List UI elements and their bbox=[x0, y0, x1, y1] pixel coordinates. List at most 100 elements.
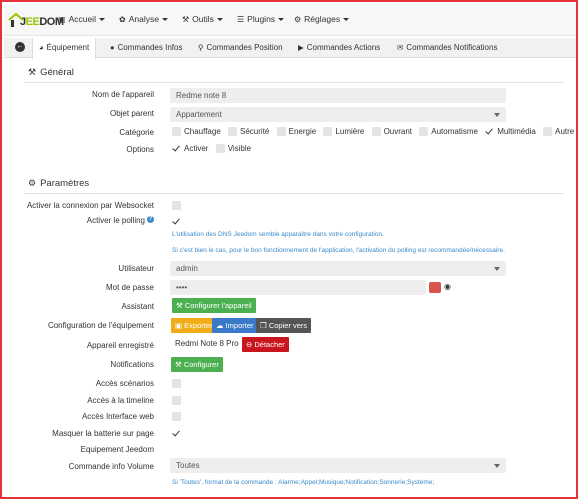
checkbox[interactable] bbox=[419, 127, 429, 137]
checkbox[interactable] bbox=[323, 127, 333, 137]
save-icon: ▣ bbox=[175, 321, 185, 330]
import-button[interactable]: ☁ Importer bbox=[212, 318, 258, 333]
section-general-title: ⚒ Général bbox=[28, 67, 74, 78]
category-securite[interactable]: Sécurité bbox=[228, 127, 270, 137]
nav-accueil[interactable]: ▣ Accueil bbox=[58, 14, 105, 24]
jeedom-logo[interactable]: JEEDOM bbox=[8, 8, 64, 32]
configure-notifications-button[interactable]: ⚒ Configurer bbox=[171, 357, 223, 372]
user-select[interactable]: admin bbox=[170, 261, 506, 276]
wrench-icon: ⚒ bbox=[28, 67, 37, 77]
category-label-text: Automatisme bbox=[431, 127, 478, 136]
tab-commandes-actions[interactable]: ▶ Commandes Actions bbox=[298, 38, 380, 58]
stethoscope-icon: ✿ bbox=[119, 15, 126, 24]
app-frame: JEEDOM ▣ Accueil ✿ Analyse ⚒ Outils ☰ Plugin… bbox=[0, 0, 578, 499]
password-label: Mot de passe bbox=[105, 283, 154, 292]
scenarios-checkbox[interactable] bbox=[172, 379, 181, 388]
category-label-text: Lumière bbox=[335, 127, 365, 136]
nav-accueil-label: Accueil bbox=[68, 14, 96, 24]
nav-outils[interactable]: ⚒ Outils bbox=[182, 14, 223, 24]
gears-icon: ⚙ bbox=[294, 15, 302, 24]
copy-label: Copier vers bbox=[268, 321, 308, 330]
cloud-upload-icon: ☁ bbox=[216, 321, 226, 330]
help-icon[interactable]: ? bbox=[147, 216, 154, 223]
nav-analyse-label: Analyse bbox=[128, 14, 159, 24]
polling-note-1: L'utilisation des DNS Jeedom semble appa… bbox=[172, 231, 384, 238]
device-name-input[interactable]: Redme note 8 bbox=[170, 88, 506, 103]
category-ouvrant[interactable]: Ouvrant bbox=[371, 127, 413, 137]
nav-plugins[interactable]: ☰ Plugins bbox=[237, 14, 285, 24]
checkbox[interactable] bbox=[543, 127, 553, 137]
play-circle-icon: ▶ bbox=[298, 43, 304, 52]
checkbox[interactable] bbox=[276, 127, 286, 137]
option-activer[interactable]: Activer bbox=[172, 144, 208, 153]
top-navbar: JEEDOM ▣ Accueil ✿ Analyse ⚒ Outils ☰ Plugin… bbox=[4, 4, 576, 36]
nav-reglages[interactable]: ⚙ Réglages bbox=[294, 14, 350, 24]
password-generator-icon[interactable] bbox=[429, 282, 441, 293]
import-label: Importer bbox=[225, 321, 254, 330]
configure-device-button[interactable]: ⚒ Configurer l'appareil bbox=[172, 298, 256, 313]
checkbox[interactable] bbox=[215, 144, 225, 154]
option-label-text: Activer bbox=[184, 144, 209, 153]
polling-label-text: Activer le polling bbox=[86, 216, 145, 225]
tasks-icon: ☰ bbox=[237, 15, 245, 24]
category-label-text: Sécurité bbox=[240, 127, 270, 136]
assistant-label: Assistant bbox=[121, 302, 154, 311]
websocket-checkbox[interactable] bbox=[172, 201, 181, 210]
user-label: Utilisateur bbox=[118, 264, 154, 273]
nav-reglages-label: Réglages bbox=[304, 14, 341, 24]
equipment-tabs: ← ◕ Équipement ● Commandes Infos ⚲ Commande… bbox=[4, 38, 576, 59]
password-input[interactable]: •••• bbox=[170, 280, 426, 295]
back-arrow-icon[interactable]: ← bbox=[15, 42, 25, 52]
detach-button[interactable]: ⊖ Détacher bbox=[242, 337, 289, 352]
volume-select[interactable]: Toutes bbox=[170, 458, 506, 473]
category-automatisme[interactable]: Automatisme bbox=[419, 127, 478, 137]
scenarios-label: Accès scénarios bbox=[95, 379, 154, 388]
section-parametres-title: ⚙ Paramètres bbox=[28, 178, 89, 189]
chevron-down-icon bbox=[343, 18, 350, 22]
battery-checkbox[interactable] bbox=[172, 429, 181, 438]
polling-label: Activer le polling? bbox=[87, 216, 154, 225]
wrench-icon: ⚒ bbox=[176, 301, 185, 310]
timeline-checkbox[interactable] bbox=[172, 396, 181, 405]
tab-commandes-infos-label: Commandes Infos bbox=[117, 43, 183, 52]
copy-to-button[interactable]: ❐ Copier vers bbox=[256, 318, 312, 333]
category-label-text: Multimédia bbox=[497, 127, 536, 136]
export-button[interactable]: ▣ Exporter bbox=[171, 318, 217, 333]
category-autre[interactable]: Autre bbox=[543, 127, 574, 137]
chevron-down-icon bbox=[161, 18, 168, 22]
eye-icon[interactable]: ◉ bbox=[444, 282, 451, 291]
tab-commandes-position[interactable]: ⚲ Commandes Position bbox=[198, 38, 283, 58]
parent-object-select[interactable]: Appartement bbox=[170, 107, 506, 122]
tab-commandes-notifications[interactable]: ✉ Commandes Notifications bbox=[397, 38, 497, 58]
category-label-text: Ouvrant bbox=[383, 127, 413, 136]
device-name-label: Nom de l'appareil bbox=[91, 90, 154, 99]
timeline-label: Accès à la timeline bbox=[87, 396, 154, 405]
tab-commandes-position-label: Commandes Position bbox=[206, 43, 283, 52]
gears-icon: ⚙ bbox=[28, 178, 37, 188]
category-multimedia[interactable]: Multimédia bbox=[485, 127, 536, 136]
web-interface-checkbox[interactable] bbox=[172, 412, 181, 421]
checkbox-checked[interactable] bbox=[485, 127, 494, 136]
config-label: Configuration de l'équipement bbox=[47, 321, 154, 330]
tab-equipement[interactable]: ◕ Équipement bbox=[32, 38, 97, 59]
detach-label: Détacher bbox=[254, 340, 285, 349]
category-lumiere[interactable]: Lumière bbox=[323, 127, 365, 137]
volume-label: Commande info Volume bbox=[68, 462, 154, 471]
tab-commandes-infos[interactable]: ● Commandes Infos bbox=[110, 38, 182, 58]
params-title-text: Paramètres bbox=[40, 178, 90, 189]
checkbox[interactable] bbox=[172, 127, 181, 137]
checkbox-checked[interactable] bbox=[172, 144, 181, 153]
category-chauffage[interactable]: Chauffage bbox=[172, 127, 221, 137]
category-label: Catégorie bbox=[119, 128, 154, 137]
comment-icon: ✉ bbox=[397, 43, 404, 52]
category-label-text: Energie bbox=[288, 127, 317, 136]
checkbox[interactable] bbox=[228, 127, 238, 137]
divider bbox=[24, 193, 564, 194]
notifications-label: Notifications bbox=[110, 360, 154, 369]
option-visible[interactable]: Visible bbox=[215, 144, 251, 154]
web-interface-label: Accès Interface web bbox=[81, 412, 154, 421]
category-energie[interactable]: Energie bbox=[276, 127, 317, 137]
nav-analyse[interactable]: ✿ Analyse bbox=[119, 14, 168, 24]
polling-checkbox[interactable] bbox=[172, 217, 181, 226]
checkbox[interactable] bbox=[371, 127, 381, 137]
